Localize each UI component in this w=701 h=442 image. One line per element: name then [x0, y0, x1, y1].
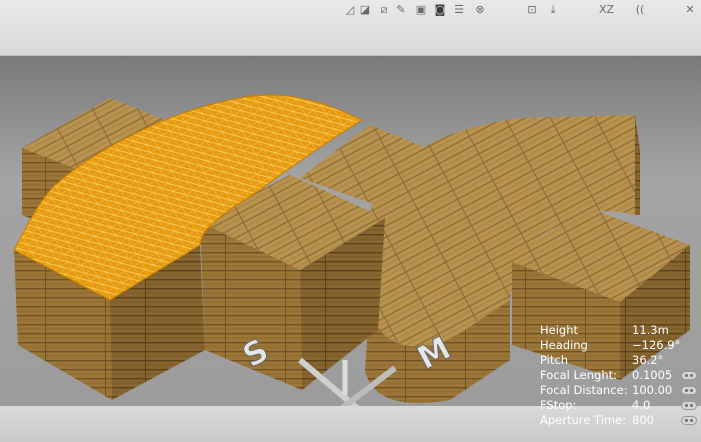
value-adjust-control[interactable]: [681, 371, 697, 380]
axes-xz-icon[interactable]: XZ: [599, 3, 614, 17]
camera-info-label: Aperture Time:: [540, 413, 626, 427]
camera-info-value: 0.1005: [632, 368, 673, 382]
camera-info-label: Pitch: [540, 353, 568, 367]
camera-info-panel: Height 11.3m Heading −126.9° Pitch 36.2° Focal…: [540, 323, 700, 428]
camera-info-value: 100.00: [632, 383, 673, 397]
camera-info-label: FStop:: [540, 398, 577, 412]
arrow-tool-icon[interactable]: ⤓: [546, 3, 560, 17]
shade-tool-icon[interactable]: ⧄: [377, 3, 391, 17]
camera-info-value: −126.9°: [632, 338, 681, 352]
camera-info-row: Focal Lenght: 0.1005: [540, 368, 700, 383]
camera-info-row: Height 11.3m: [540, 323, 700, 338]
frame-tool-icon[interactable]: ▣: [414, 3, 428, 17]
camera-info-label: Focal Distance:: [540, 383, 628, 397]
brackets-icon[interactable]: ((: [633, 3, 647, 17]
window-close-icon[interactable]: ✕: [683, 3, 697, 17]
paint-tool-icon[interactable]: ✎: [394, 3, 408, 17]
camera-info-row: Aperture Time: 800: [540, 413, 700, 428]
snap-tool-icon[interactable]: ⊡: [525, 3, 539, 17]
camera-info-label: Heading: [540, 338, 588, 352]
camera-info-row: Heading −126.9°: [540, 338, 700, 353]
camera-info-row: FStop: 4.0: [540, 398, 700, 413]
value-adjust-control[interactable]: [681, 386, 697, 395]
camera-info-value: 11.3m: [632, 323, 669, 337]
camera-info-label: Focal Lenght:: [540, 368, 618, 382]
value-adjust-control[interactable]: [681, 401, 697, 410]
camera-info-row: Pitch 36.2°: [540, 353, 700, 368]
camera-info-value: 36.2°: [632, 353, 664, 367]
list-tool-icon[interactable]: ☰: [452, 3, 466, 17]
camera-info-label: Height: [540, 323, 579, 337]
camera-info-value: 800: [632, 413, 654, 427]
camera-info-value: 4.0: [632, 398, 651, 412]
cup-tool-icon[interactable]: ◙: [433, 3, 447, 17]
triangle-tool-icon[interactable]: ◿: [343, 3, 357, 17]
top-toolbar: ◿ ◪ ⧄ ✎ ▣ ◙ ☰ ⊗ ⊡ ⤓ XZ (( ✕: [0, 0, 701, 56]
close-circle-icon[interactable]: ⊗: [473, 3, 487, 17]
camera-info-row: Focal Distance: 100.00: [540, 383, 700, 398]
value-adjust-control[interactable]: [681, 416, 697, 425]
edit-face-tool-icon[interactable]: ◪: [358, 3, 372, 17]
